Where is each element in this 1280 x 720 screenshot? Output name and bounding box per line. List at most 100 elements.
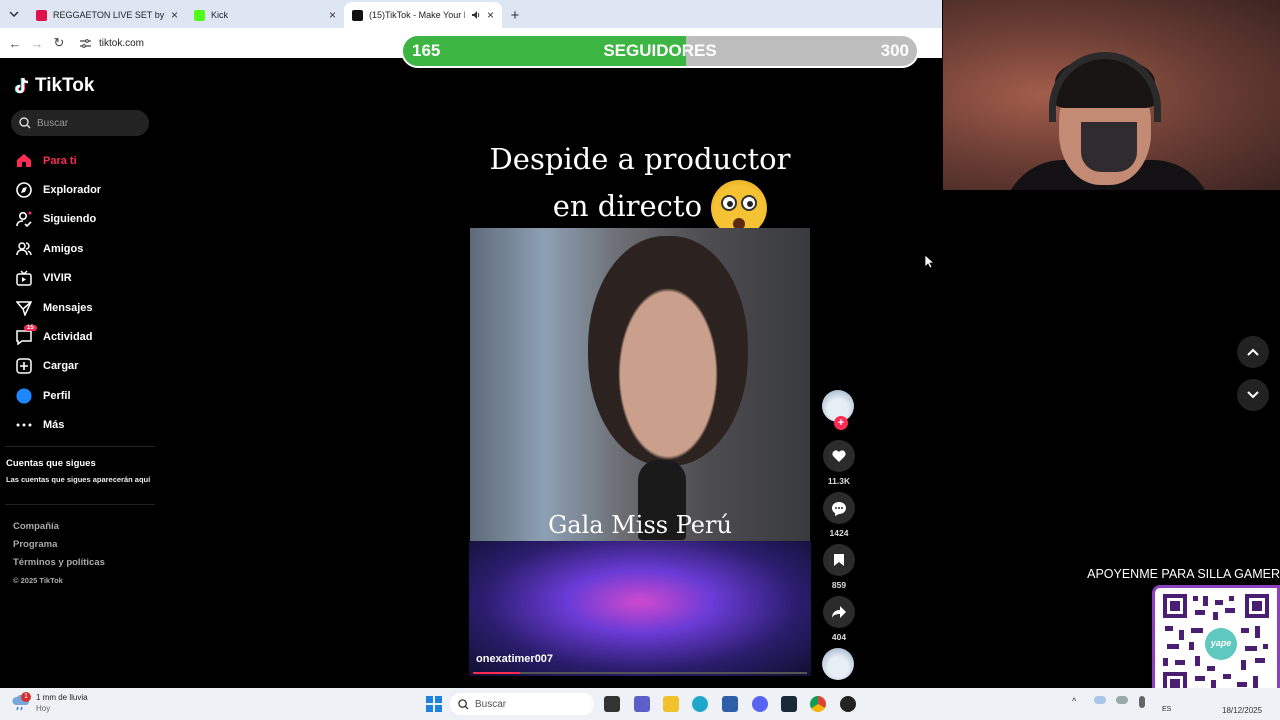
home-icon — [16, 153, 32, 169]
steam-icon[interactable] — [781, 696, 797, 712]
url-field[interactable]: tiktok.com — [80, 38, 144, 49]
new-tab-button[interactable]: + — [502, 2, 528, 28]
sidebar-item-mas[interactable]: Más — [0, 411, 160, 440]
share-button[interactable] — [823, 596, 855, 628]
footer-link-program[interactable]: Programa — [13, 536, 105, 554]
microphone-icon[interactable] — [1139, 696, 1145, 708]
site-settings-icon[interactable] — [80, 38, 91, 48]
following-title: Cuentas que sigues — [6, 458, 96, 469]
sidebar-item-label: Explorador — [43, 184, 102, 197]
weather-widget[interactable]: 1 1 mm de lluvia Hoy — [12, 692, 88, 714]
browser-tab[interactable]: Kick × — [186, 2, 344, 28]
comment-icon — [832, 501, 846, 516]
sidebar-item-cargar[interactable]: Cargar — [0, 352, 160, 381]
sidebar-item-label: Más — [43, 419, 65, 432]
file-explorer-icon[interactable] — [663, 696, 679, 712]
upload-icon — [16, 358, 32, 375]
following-description: Las cuentas que sigues aparecerán aquí — [6, 475, 151, 484]
like-button[interactable] — [823, 440, 855, 472]
speaker-icon[interactable] — [471, 10, 481, 20]
back-icon[interactable]: ← — [6, 36, 24, 51]
tiktok-logo[interactable]: TikTok — [15, 75, 94, 97]
more-icon — [16, 417, 32, 433]
tiktok-note-icon — [15, 77, 29, 94]
next-video-button[interactable] — [1237, 379, 1269, 411]
sidebar-item-label: Siguiendo — [43, 213, 97, 226]
edge-icon[interactable] — [692, 696, 708, 712]
sidebar-item-mensajes[interactable]: Mensajes — [0, 293, 160, 322]
purple-clip: onexatimer007 — [469, 541, 811, 676]
discord-icon[interactable] — [752, 696, 768, 712]
sidebar-item-vivir[interactable]: VIVIR — [0, 264, 160, 293]
tab-title: (15)TikTok - Make Your Day — [369, 10, 465, 20]
store-icon[interactable] — [722, 696, 738, 712]
activity-icon — [16, 329, 32, 346]
tab-search-dropdown[interactable] — [0, 0, 28, 28]
reload-icon[interactable]: ↻ — [50, 35, 68, 51]
headset-shape — [1049, 52, 1161, 122]
compass-icon — [16, 182, 32, 198]
face-mask — [1081, 122, 1137, 172]
weather-day: Hoy — [36, 704, 51, 713]
save-count: 859 — [831, 580, 847, 590]
sidebar-menu: Para ti Explorador Siguiendo Amigos VIVI… — [0, 146, 160, 440]
creator-avatar[interactable]: + — [822, 390, 854, 430]
sidebar-item-actividad[interactable]: 15 Actividad — [0, 322, 160, 351]
comment-count: 1424 — [829, 528, 849, 538]
activity-badge: 15 — [24, 325, 37, 332]
goal-label: SEGUIDORES — [603, 41, 717, 60]
video-progress-fill — [473, 672, 520, 674]
sidebar-item-para-ti[interactable]: Para ti — [0, 146, 160, 175]
chrome-icon[interactable] — [810, 696, 826, 712]
show-hidden-icons-chevron-icon[interactable]: ^ — [1072, 696, 1076, 706]
music-disc-avatar[interactable] — [822, 648, 854, 680]
footer-link-terms[interactable]: Términos y políticas — [13, 554, 105, 572]
close-icon[interactable]: × — [487, 8, 494, 22]
screen: REGGAETON LIVE SET by RAMA × Kick × (15)… — [0, 0, 1280, 720]
search-placeholder: Buscar — [37, 117, 69, 129]
browser-tab-active[interactable]: (15)TikTok - Make Your Day × — [344, 2, 502, 28]
save-button[interactable] — [823, 544, 855, 576]
sidebar-item-explorador[interactable]: Explorador — [0, 175, 160, 204]
obs-icon[interactable] — [840, 696, 856, 712]
action-bar: + 11.3K 1424 859 404 — [820, 388, 858, 688]
comment-button[interactable] — [823, 492, 855, 524]
video-player[interactable]: Despide a productor en directo Gala Miss… — [469, 90, 811, 676]
yape-logo: yape — [1210, 638, 1232, 648]
tab-title: REGGAETON LIVE SET by RAMA — [53, 10, 165, 20]
chevron-up-icon — [1247, 348, 1259, 356]
cloud-icon[interactable] — [1116, 696, 1128, 704]
close-icon[interactable]: × — [329, 8, 336, 22]
sidebar-item-label: Actividad — [43, 331, 93, 344]
windows-start-icon[interactable] — [426, 696, 442, 712]
forward-icon[interactable]: → — [28, 36, 46, 51]
video-author[interactable]: onexatimer007 — [476, 653, 553, 665]
close-icon[interactable]: × — [171, 8, 178, 22]
webcam-overlay — [943, 0, 1280, 190]
video-progress-bar[interactable] — [473, 672, 807, 674]
language-indicator[interactable]: ES — [1162, 706, 1171, 713]
footer-link-company[interactable]: Compañía — [13, 518, 105, 536]
sidebar-item-siguiendo[interactable]: Siguiendo — [0, 205, 160, 234]
taskbar-date[interactable]: 18/12/2025 — [1222, 706, 1262, 715]
browser-tab[interactable]: REGGAETON LIVE SET by RAMA × — [28, 2, 186, 28]
sidebar-footer: Compañía Programa Términos y políticas ©… — [13, 518, 105, 590]
copyright: © 2025 TikTok — [13, 576, 63, 585]
weather-text: 1 mm de lluvia Hoy — [36, 692, 88, 714]
browser-tab-bar: REGGAETON LIVE SET by RAMA × Kick × (15)… — [0, 0, 942, 28]
sidebar-item-amigos[interactable]: Amigos — [0, 234, 160, 263]
bookmark-icon — [834, 554, 844, 566]
sidebar-item-perfil[interactable]: Perfil — [0, 381, 160, 410]
sidebar-item-label: Perfil — [43, 389, 71, 402]
search-input[interactable]: Buscar — [11, 110, 149, 136]
taskbar-search-input[interactable]: Buscar — [450, 693, 594, 715]
follow-plus-icon[interactable]: + — [834, 416, 848, 430]
previous-video-button[interactable] — [1237, 336, 1269, 368]
task-view-icon[interactable] — [604, 696, 620, 712]
teams-icon[interactable] — [634, 696, 650, 712]
follower-goal-bar: 165 SEGUIDORES 300 — [401, 34, 919, 68]
tab-title: Kick — [211, 10, 229, 20]
sidebar-item-label: Amigos — [43, 242, 84, 255]
divider — [5, 446, 155, 447]
onedrive-icon[interactable] — [1094, 696, 1106, 704]
